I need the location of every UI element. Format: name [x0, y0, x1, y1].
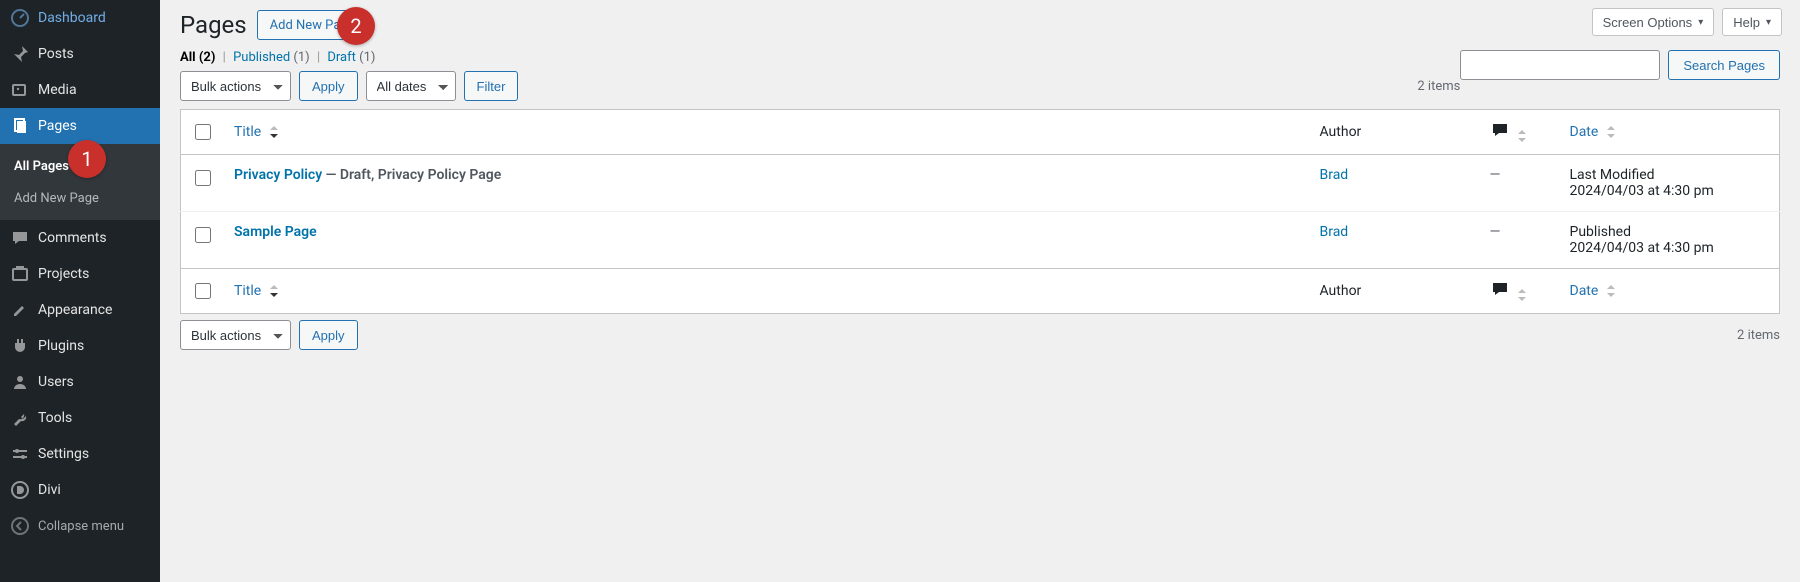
submenu-item-label: All Pages — [14, 159, 69, 174]
select-all-bottom[interactable] — [195, 283, 211, 299]
users-icon — [10, 372, 30, 392]
col-date-foot[interactable]: Date — [1560, 269, 1780, 314]
bulk-apply-bottom[interactable]: Apply — [299, 320, 358, 350]
table-row: Sample Page Brad — Published 2024/04/03 … — [181, 212, 1780, 269]
content-area: Screen Options Help Pages Add New Page A… — [160, 0, 1800, 582]
sidebar-item-tools[interactable]: Tools — [0, 400, 160, 436]
sort-indicator-icon — [269, 126, 279, 138]
comments-count: — — [1490, 167, 1501, 183]
date-status: Last Modified — [1570, 167, 1770, 183]
sidebar-item-label: Media — [38, 82, 77, 98]
bulk-actions-select-top[interactable]: Bulk actions — [180, 71, 291, 101]
pin-icon — [10, 44, 30, 64]
sort-indicator-icon — [1606, 126, 1616, 138]
comments-count: — — [1490, 224, 1501, 240]
bulk-apply-top[interactable]: Apply — [299, 71, 358, 101]
page-title: Pages — [180, 11, 247, 39]
row-checkbox[interactable] — [195, 170, 211, 186]
sidebar-item-users[interactable]: Users — [0, 364, 160, 400]
collapse-icon — [10, 516, 30, 536]
col-author-foot: Author — [1310, 269, 1480, 314]
submenu-add-new-page[interactable]: Add New Page — [0, 182, 160, 214]
date-status: Published — [1570, 224, 1770, 240]
select-all-top[interactable] — [195, 124, 211, 140]
col-author: Author — [1310, 110, 1480, 155]
col-comments[interactable] — [1480, 110, 1560, 155]
pages-table: Title Author Date Privacy Policy — Draft… — [180, 109, 1780, 314]
date-stamp: 2024/04/03 at 4:30 pm — [1570, 183, 1770, 199]
sidebar-item-label: Projects — [38, 266, 89, 282]
sidebar-item-appearance[interactable]: Appearance — [0, 292, 160, 328]
col-date[interactable]: Date — [1560, 110, 1780, 155]
sidebar-item-label: Users — [38, 374, 74, 390]
divi-icon — [10, 480, 30, 500]
sort-indicator-icon — [1606, 285, 1616, 297]
sidebar-item-label: Plugins — [38, 338, 84, 354]
add-new-page-button[interactable]: Add New Page — [257, 10, 368, 40]
plugins-icon — [10, 336, 30, 356]
comment-icon — [1490, 128, 1510, 144]
sidebar-item-pages[interactable]: Pages — [0, 108, 160, 144]
search-pages-button[interactable]: Search Pages — [1668, 50, 1780, 80]
post-state: — Draft, Privacy Policy Page — [322, 167, 501, 183]
row-checkbox[interactable] — [195, 227, 211, 243]
author-link[interactable]: Brad — [1320, 167, 1349, 183]
search-pages-input[interactable] — [1460, 50, 1660, 80]
view-all[interactable]: All (2) — [180, 50, 215, 65]
tools-icon — [10, 408, 30, 428]
sidebar-item-settings[interactable]: Settings — [0, 436, 160, 472]
sort-indicator-icon — [269, 285, 279, 297]
comments-icon — [10, 228, 30, 248]
media-icon — [10, 80, 30, 100]
author-link[interactable]: Brad — [1320, 224, 1349, 240]
row-title-link[interactable]: Sample Page — [234, 224, 317, 240]
sidebar-item-dashboard[interactable]: Dashboard — [0, 0, 160, 36]
sidebar-item-media[interactable]: Media — [0, 72, 160, 108]
col-comments-foot[interactable] — [1480, 269, 1560, 314]
submenu-all-pages[interactable]: All Pages — [0, 150, 160, 182]
sort-indicator-icon — [1517, 130, 1527, 142]
sidebar-item-plugins[interactable]: Plugins — [0, 328, 160, 364]
sidebar-item-posts[interactable]: Posts — [0, 36, 160, 72]
dashboard-icon — [10, 8, 30, 28]
settings-icon — [10, 444, 30, 464]
filter-button[interactable]: Filter — [464, 71, 519, 101]
sidebar-item-label: Divi — [38, 482, 61, 498]
sidebar-item-label: Posts — [38, 46, 74, 62]
submenu-item-label: Add New Page — [14, 191, 99, 206]
admin-sidebar: Dashboard Posts Media Pages All Pages Ad… — [0, 0, 160, 582]
row-title-link[interactable]: Privacy Policy — [234, 167, 322, 183]
sidebar-item-label: Comments — [38, 230, 107, 246]
sidebar-item-divi[interactable]: Divi — [0, 472, 160, 508]
col-title-foot[interactable]: Title — [224, 269, 1310, 314]
sidebar-submenu-pages: All Pages Add New Page — [0, 144, 160, 220]
bulk-actions-select-bottom[interactable]: Bulk actions — [180, 320, 291, 350]
sidebar-item-label: Pages — [38, 118, 77, 134]
items-count-top: 2 items — [1417, 79, 1460, 94]
sidebar-item-label: Tools — [38, 410, 72, 426]
view-filters: All (2) | Published (1) | Draft (1) Sear… — [180, 50, 1780, 65]
projects-icon — [10, 264, 30, 284]
items-count-bottom: 2 items — [1737, 328, 1780, 343]
date-filter-select[interactable]: All dates — [366, 71, 456, 101]
sidebar-item-label: Dashboard — [38, 10, 106, 26]
collapse-label: Collapse menu — [38, 519, 124, 534]
sort-indicator-icon — [1517, 289, 1527, 301]
view-draft[interactable]: Draft — [327, 50, 356, 65]
col-title[interactable]: Title — [224, 110, 1310, 155]
collapse-menu[interactable]: Collapse menu — [0, 508, 160, 544]
sidebar-item-comments[interactable]: Comments — [0, 220, 160, 256]
appearance-icon — [10, 300, 30, 320]
sidebar-item-label: Appearance — [38, 302, 112, 318]
view-published[interactable]: Published — [233, 50, 290, 65]
date-stamp: 2024/04/03 at 4:30 pm — [1570, 240, 1770, 256]
sidebar-item-label: Settings — [38, 446, 89, 462]
pages-icon — [10, 116, 30, 136]
comment-icon — [1490, 287, 1510, 303]
sidebar-item-projects[interactable]: Projects — [0, 256, 160, 292]
table-row: Privacy Policy — Draft, Privacy Policy P… — [181, 155, 1780, 212]
